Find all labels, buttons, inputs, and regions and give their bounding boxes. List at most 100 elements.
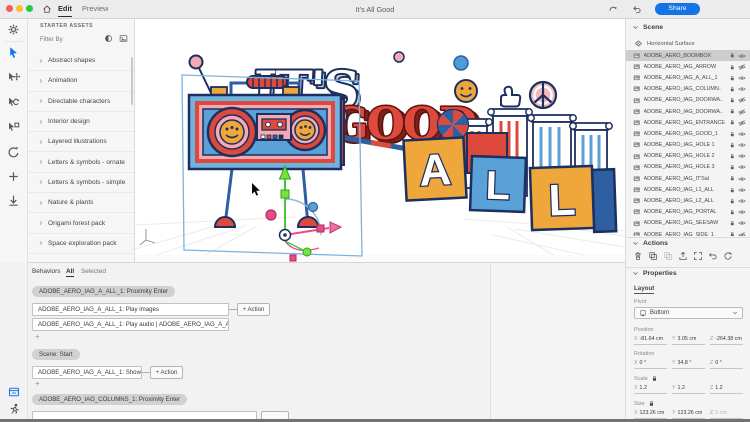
- lock-icon[interactable]: [729, 164, 736, 171]
- move-tool-icon[interactable]: [7, 71, 20, 84]
- eye-icon[interactable]: [738, 219, 746, 227]
- canvas-3d-viewport[interactable]: IT'S IT'S GOOD GOOD: [135, 19, 625, 262]
- eye-off-icon[interactable]: [738, 96, 746, 104]
- scene-item[interactable]: ADOBE_AERO_IAG_DOORWA..: [626, 106, 750, 117]
- trigger-run-icon[interactable]: [8, 403, 20, 415]
- scene-item[interactable]: ADOBE_AERO_IAG_ARROW: [626, 61, 750, 72]
- lock-icon[interactable]: [729, 231, 736, 236]
- reset-icon[interactable]: [708, 251, 718, 261]
- share-button[interactable]: Share: [655, 3, 700, 15]
- tab-preview[interactable]: Preview: [82, 4, 108, 13]
- category-space-exploration[interactable]: Space exploration pack: [28, 234, 134, 254]
- scene-item[interactable]: ADOBE_AERO_IAG_A_ALL_1: [626, 72, 750, 83]
- category-nature-plants[interactable]: Nature & plants: [28, 193, 134, 213]
- properties-section-header[interactable]: Properties: [632, 270, 677, 277]
- lock-icon[interactable]: [729, 220, 736, 227]
- lock-icon[interactable]: [729, 75, 736, 82]
- gizmo-y-scale-handle[interactable]: [281, 190, 289, 198]
- lock-icon[interactable]: [729, 209, 736, 216]
- eye-icon[interactable]: [738, 163, 746, 171]
- position-x-field[interactable]: X-81.64 cm: [634, 336, 667, 345]
- select-tool-icon[interactable]: [7, 46, 20, 59]
- rotation-y-field[interactable]: Y34.8 °: [672, 360, 705, 369]
- scale-z-field[interactable]: Z1.2: [710, 385, 743, 394]
- trigger-pill-proximity-enter[interactable]: ADOBE_AERO_IAG_A_ALL_1: Proximity Enter: [32, 286, 175, 297]
- eye-icon[interactable]: [738, 130, 746, 138]
- scale-x-field[interactable]: X1.2: [634, 385, 667, 394]
- lock-icon[interactable]: [729, 64, 736, 71]
- gizmo-x-scale-handle[interactable]: [317, 225, 324, 232]
- orbit-tool-icon[interactable]: [7, 146, 20, 159]
- scale-tool-icon[interactable]: [7, 121, 20, 134]
- gizmo-rotate-handle-blue[interactable]: [309, 203, 318, 212]
- eye-icon[interactable]: [738, 208, 746, 216]
- lock-icon[interactable]: [729, 119, 736, 126]
- filter-3d-object-icon[interactable]: [104, 34, 113, 43]
- rotation-z-field[interactable]: Z0 °: [710, 360, 743, 369]
- trigger-pill-columns-proximity[interactable]: ADOBE_AERO_IAG_COLUMNS_1: Proximity Ente…: [32, 394, 187, 405]
- settings-gear-icon[interactable]: [7, 23, 20, 36]
- size-y-field[interactable]: Y123.26 cm: [672, 410, 705, 419]
- scene-item[interactable]: ADOBE_AERO_IAG_HOLE 2: [626, 151, 750, 162]
- category-animation[interactable]: Animation: [28, 71, 134, 91]
- action-box-play-images[interactable]: ADOBE_AERO_IAG_A_ALL_1: Play images: [32, 303, 229, 316]
- tab-layout[interactable]: Layout: [634, 285, 654, 294]
- import-icon[interactable]: [7, 194, 20, 207]
- add-action-button[interactable]: + Action: [237, 303, 270, 316]
- scene-item-boombox[interactable]: ADOBE_AERO_BOOMBOX: [626, 50, 750, 61]
- lock-icon[interactable]: [729, 86, 736, 93]
- filter-image-icon[interactable]: [119, 34, 128, 43]
- scene-item[interactable]: ADOBE_AERO_IAG_SEESAW: [626, 218, 750, 229]
- scene-item[interactable]: ADOBE_AERO_IAG_COLUMN..: [626, 84, 750, 95]
- lock-icon[interactable]: [729, 175, 736, 182]
- scene-item[interactable]: ADOBE_AERO_IAG_GOOD_1: [626, 128, 750, 139]
- size-x-field[interactable]: X123.26 cm: [634, 410, 667, 419]
- window-close-button[interactable]: [6, 5, 13, 12]
- lock-icon[interactable]: [729, 52, 736, 59]
- scene-item[interactable]: ADOBE_AERO_IAG_ENTRANCE: [626, 117, 750, 128]
- gizmo-handle-small[interactable]: [290, 255, 296, 261]
- trigger-pill-scene-start[interactable]: Scene: Start: [32, 349, 80, 360]
- redo-icon[interactable]: [608, 4, 618, 14]
- category-directable-characters[interactable]: Directable characters: [28, 92, 134, 112]
- scene-item[interactable]: ADOBE_AERO_IAG_HOLE 1: [626, 140, 750, 151]
- eye-off-icon[interactable]: [738, 231, 746, 236]
- eye-off-icon[interactable]: [738, 63, 746, 71]
- eye-icon[interactable]: [738, 52, 746, 60]
- lock-icon[interactable]: [729, 187, 736, 194]
- eye-icon[interactable]: [738, 186, 746, 194]
- category-letters-ornate[interactable]: Letters & symbols - ornate: [28, 152, 134, 172]
- tab-edit[interactable]: Edit: [58, 4, 72, 17]
- category-letters-simple[interactable]: Letters & symbols - simple: [28, 173, 134, 193]
- refresh-icon[interactable]: [723, 251, 733, 261]
- add-behavior-plus[interactable]: +: [35, 332, 40, 341]
- lock-icon[interactable]: [729, 97, 736, 104]
- category-interior-design[interactable]: Interior design: [28, 112, 134, 132]
- scene-item[interactable]: ADOBE_AERO_IAG_PORTAL: [626, 207, 750, 218]
- category-origami-forest[interactable]: Origami forest pack: [28, 213, 134, 233]
- lock-icon[interactable]: [729, 108, 736, 115]
- position-z-field[interactable]: Z-264.38 cm: [710, 336, 743, 345]
- category-abstract-shapes[interactable]: Abstract shapes: [28, 51, 134, 71]
- pivot-select[interactable]: Bottom: [634, 307, 743, 319]
- eye-icon[interactable]: [738, 197, 746, 205]
- rotate-tool-icon[interactable]: [7, 96, 20, 109]
- gizmo-x-arrowhead[interactable]: [330, 222, 341, 233]
- scene-item[interactable]: ADOBE_AERO_IAG_DOORWA..: [626, 95, 750, 106]
- tab-all[interactable]: All: [66, 268, 74, 277]
- export-icon[interactable]: [678, 251, 688, 261]
- home-icon[interactable]: [42, 4, 52, 14]
- delete-icon[interactable]: [633, 251, 643, 261]
- tab-selected[interactable]: Selected: [81, 268, 106, 275]
- behaviors-panel-icon[interactable]: [8, 386, 20, 398]
- scene-item[interactable]: ADOBE_AERO_IAG_L2_ALL: [626, 195, 750, 206]
- add-action-button[interactable]: + Action: [150, 366, 183, 379]
- scene-section-header[interactable]: Scene: [632, 24, 663, 31]
- eye-icon[interactable]: [738, 74, 746, 82]
- window-minimize-button[interactable]: [16, 5, 23, 12]
- scene-item[interactable]: ADOBE_AERO_IAG_L1_ALL: [626, 184, 750, 195]
- duplicate-icon[interactable]: [648, 251, 658, 261]
- scale-y-field[interactable]: Y1.2: [672, 385, 705, 394]
- undo-icon[interactable]: [632, 4, 642, 14]
- add-behavior-plus[interactable]: +: [35, 379, 40, 388]
